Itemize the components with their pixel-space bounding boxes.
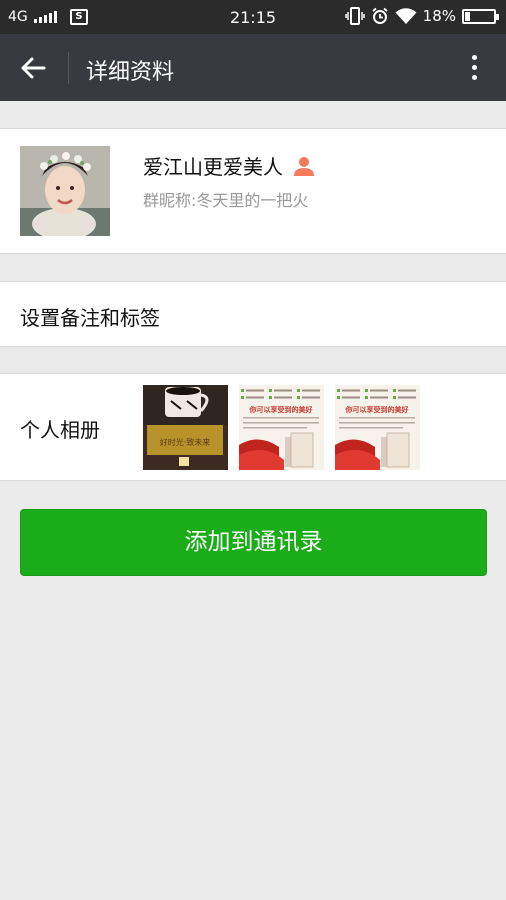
battery-icon [462,8,499,24]
profile-card: 爱江山更爱美人 群昵称: 冬天里的一把火 [0,128,506,254]
person-icon [294,156,314,176]
album-thumbnail-3: 你可以享受到的美好 [335,385,420,470]
arrow-left-icon[interactable] [14,50,54,86]
status-bar: 4G S 21:15 18% [0,0,506,34]
thumb-1-text: 好时光·致未来 [160,437,211,447]
vibrate-icon [344,7,365,25]
nickname-label: 群昵称: [143,191,197,210]
add-to-contacts-button[interactable]: 添加到通讯录 [20,509,487,576]
more-vertical-icon[interactable] [462,52,486,84]
thumb-3-text: 你可以享受到的美好 [345,405,409,414]
top-nav-bar: 详细资料 [0,34,506,101]
alarm-icon [372,7,388,24]
personal-album-row[interactable]: 个人相册 好时光·致未来 你可以享受到的美好 你可以享受到的美好 [0,373,506,481]
wifi-icon [395,8,417,24]
page-title: 详细资料 [86,60,175,85]
nickname-value: 冬天里的一把火 [196,191,309,210]
status-right-group: 18% [344,7,499,25]
remark-label: 设置备注和标签 [20,306,160,330]
album-label: 个人相册 [20,418,100,442]
thumb-2-text: 你可以享受到的美好 [249,405,313,414]
nav-divider [68,52,69,84]
name-row: 爱江山更爱美人 [143,151,315,180]
display-name: 爱江山更爱美人 [143,155,283,179]
group-nickname: 群昵称: 冬天里的一把火 [143,187,308,211]
album-thumbnail-2: 你可以享受到的美好 [239,385,324,470]
battery-level [465,11,470,21]
album-thumbnail-1: 好时光·致未来 [143,385,228,470]
battery-percent: 18% [422,7,456,25]
set-remark-tags-row[interactable]: 设置备注和标签 [0,281,506,347]
avatar[interactable] [20,146,110,236]
